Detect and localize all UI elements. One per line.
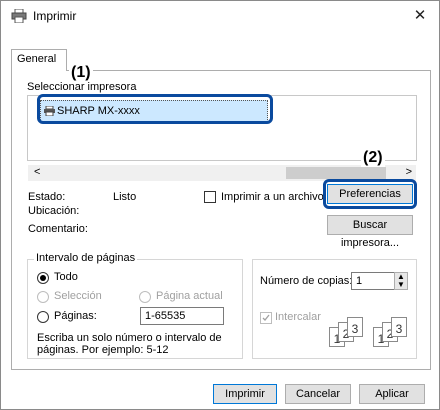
callout-box-2 [323,179,417,209]
page-range-title: Intervalo de páginas [34,252,138,264]
copies-input[interactable]: 1 [351,272,395,290]
apply-button[interactable]: Aplicar [359,384,425,404]
location-label: Ubicación: [28,205,80,217]
print-to-file-checkbox[interactable] [204,191,216,203]
copies-label: Número de copias: [260,275,353,287]
page-range-help-line2: páginas. Por ejemplo: 5-12 [37,344,169,356]
current-page-radio[interactable] [139,291,151,303]
pages-label: Páginas: [54,310,97,322]
print-button[interactable]: Imprimir [213,384,277,404]
callout-label-1: (1) [69,64,93,82]
scroll-right-icon[interactable]: > [406,166,412,178]
all-pages-radio[interactable] [37,272,49,284]
tab-general-label: General [17,53,57,65]
status-label: Estado: [28,191,66,203]
collate-illustration-icon: 1 2 3 [329,317,369,349]
collate-page: 3 [347,317,363,337]
selection-label: Selección [54,290,102,302]
pages-radio[interactable] [37,311,49,323]
print-dialog: Imprimir ✕ General Seleccionar impresora… [0,0,440,410]
callout-label-2: (2) [361,149,385,167]
title-bar: Imprimir ✕ [1,1,439,31]
scrollbar-thumb[interactable] [286,167,386,179]
pages-input[interactable]: 1-65535 [140,307,224,325]
comment-label: Comentario: [28,223,88,235]
find-printer-button[interactable]: Buscar impresora... [327,215,413,249]
scroll-left-icon[interactable]: < [34,166,40,178]
page-range-help-line1: Escriba un solo número o intervalo de [37,332,222,344]
select-printer-label: Seleccionar impresora [27,81,137,93]
copies-spinner-icon[interactable]: ▲ ▼ [394,272,408,290]
selection-radio[interactable] [37,291,49,303]
printer-icon [11,9,27,23]
window-title: Imprimir [33,9,77,23]
collate-illustration-icon: 1 2 3 [373,317,413,349]
tab-general[interactable]: General [11,49,67,71]
current-page-label: Página actual [156,290,223,302]
collate-page: 3 [391,317,407,337]
all-pages-label: Todo [54,271,78,283]
collate-checkbox[interactable] [260,312,272,324]
callout-box-1 [37,94,273,124]
status-value: Listo [113,191,137,203]
check-icon [262,314,270,321]
cancel-button[interactable]: Cancelar [285,384,351,404]
collate-label: Intercalar [275,311,321,323]
close-icon[interactable]: ✕ [411,6,429,24]
print-to-file-label: Imprimir a un archivo [221,191,324,203]
